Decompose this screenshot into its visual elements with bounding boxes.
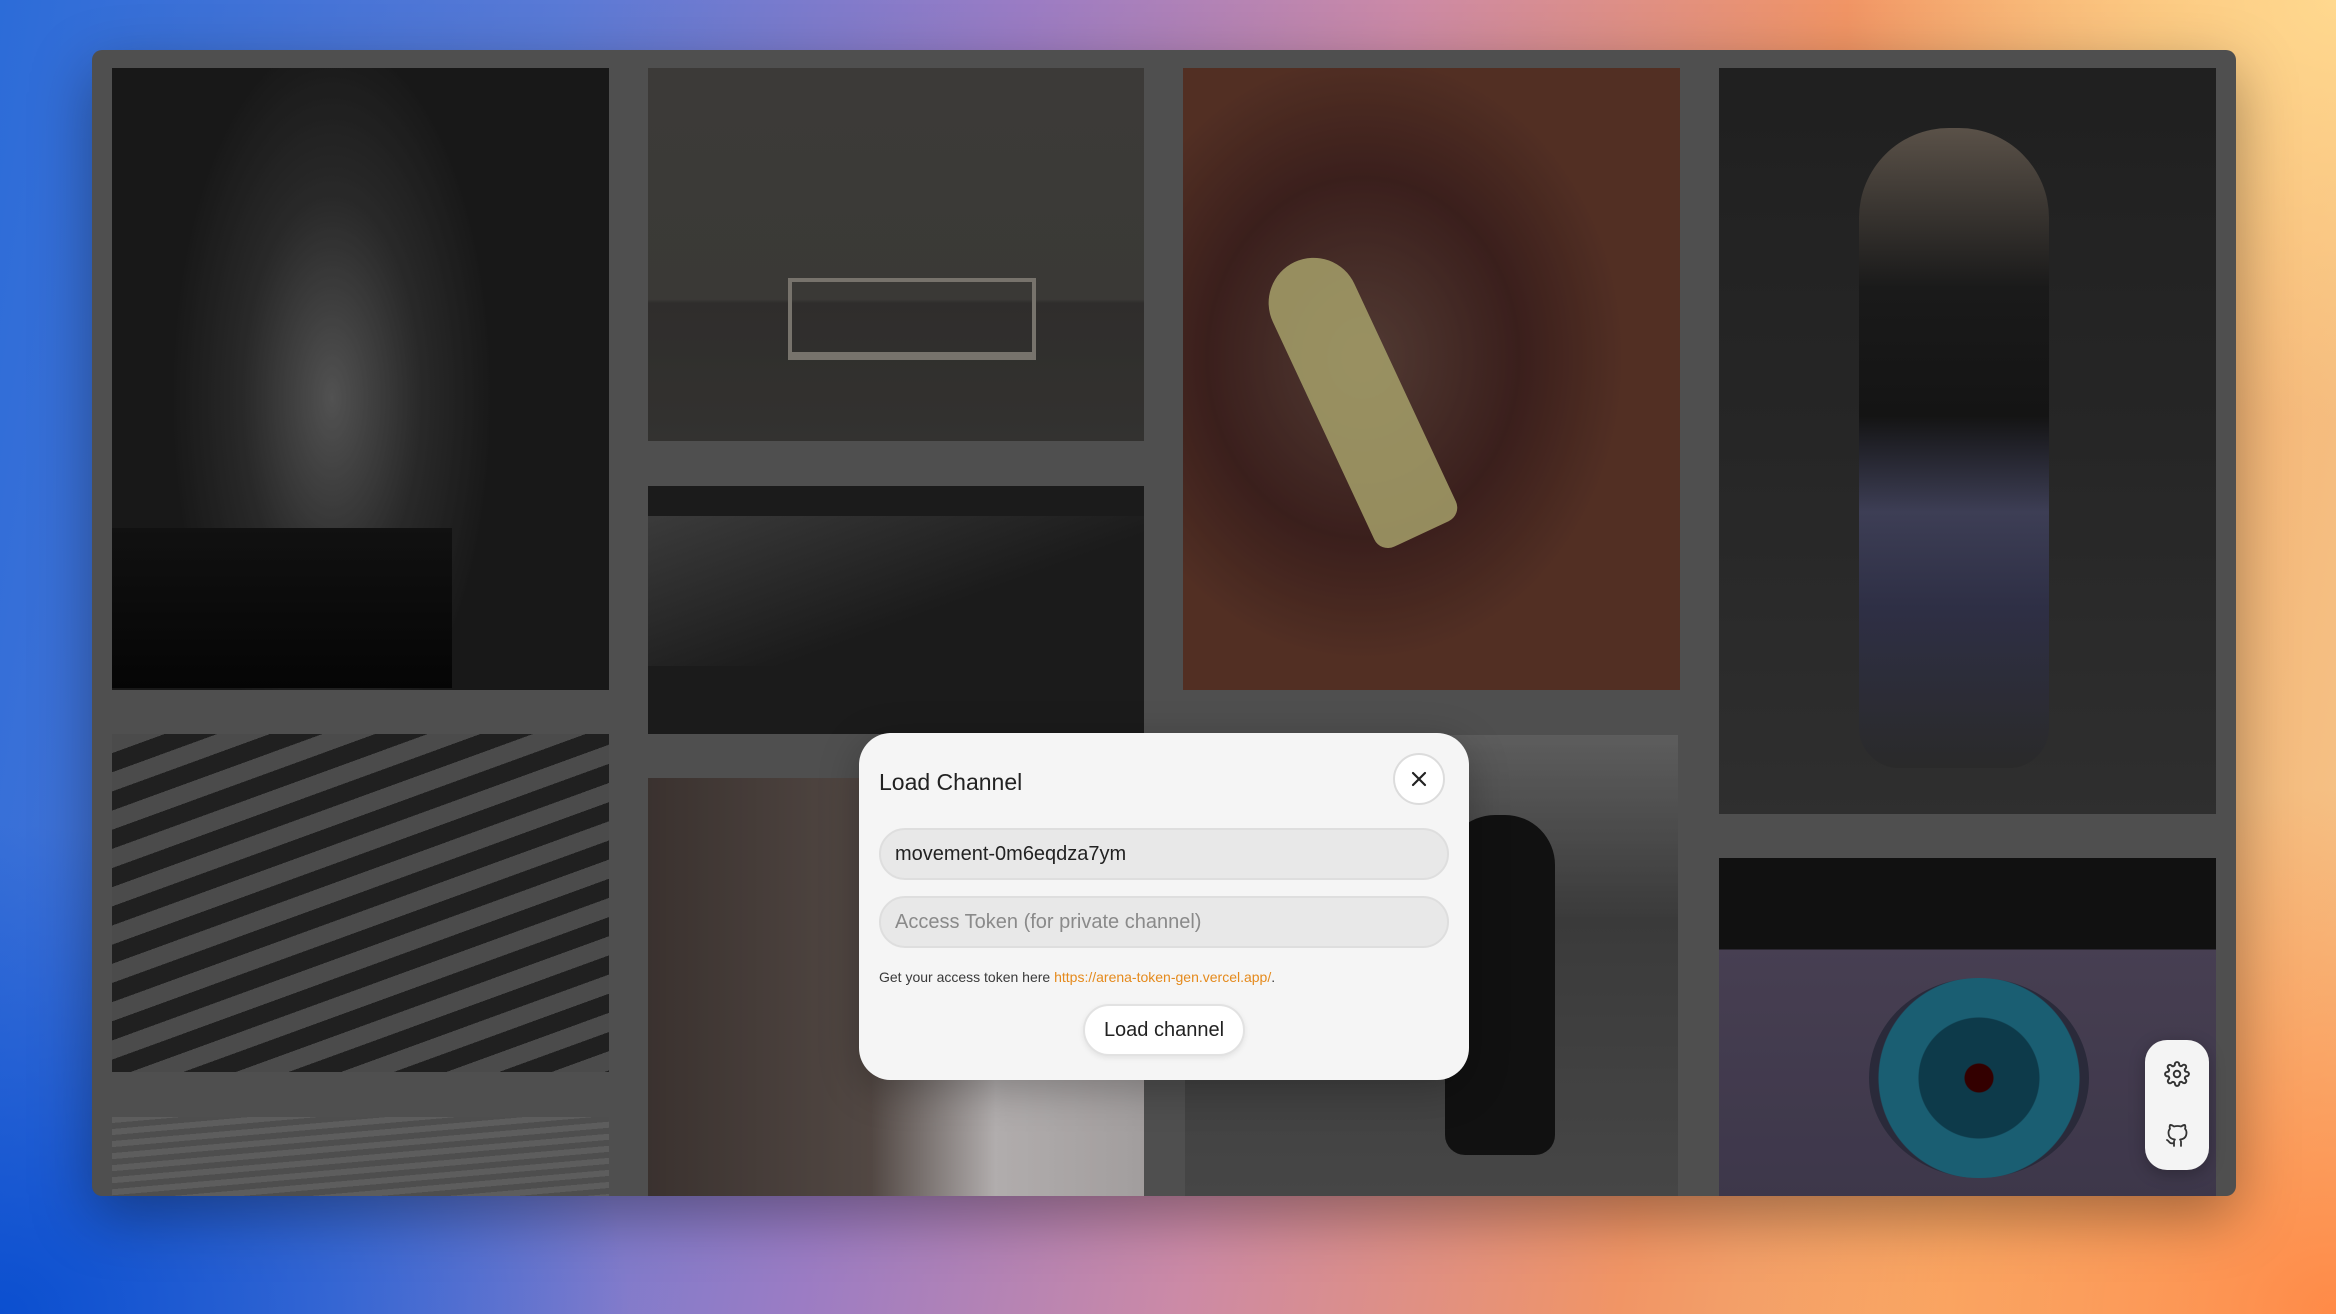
modal-title: Load Channel (879, 769, 1023, 795)
gallery-image-tile[interactable] (112, 1117, 609, 1196)
gear-icon (2164, 1061, 2190, 1087)
access-token-hint: Get your access token here https://arena… (879, 969, 1275, 985)
channel-slug-input[interactable] (879, 828, 1449, 880)
token-generator-link[interactable]: https://arena-token-gen.vercel.app/ (1054, 969, 1271, 985)
gallery-image-tile[interactable] (1719, 68, 2216, 814)
github-button[interactable] (2157, 1116, 2197, 1156)
load-channel-button[interactable]: Load channel (1083, 1004, 1245, 1056)
github-icon (2166, 1124, 2188, 1147)
access-token-input[interactable] (879, 896, 1449, 948)
gallery-image-tile[interactable] (648, 486, 1144, 734)
gallery-image-tile[interactable] (112, 68, 609, 690)
close-icon (1411, 771, 1427, 787)
hint-text: Get your access token here (879, 969, 1055, 985)
gallery-image-tile[interactable] (112, 734, 609, 1072)
floating-toolbar (2145, 1040, 2209, 1170)
gallery-image-tile[interactable] (648, 68, 1144, 441)
gallery-image-tile[interactable] (1183, 68, 1680, 690)
load-channel-modal: Load Channel Get your access token here … (859, 733, 1469, 1080)
gallery-image-tile[interactable] (1719, 858, 2216, 1196)
hint-suffix: . (1271, 969, 1276, 985)
close-button[interactable] (1393, 753, 1445, 805)
settings-button[interactable] (2157, 1054, 2197, 1094)
